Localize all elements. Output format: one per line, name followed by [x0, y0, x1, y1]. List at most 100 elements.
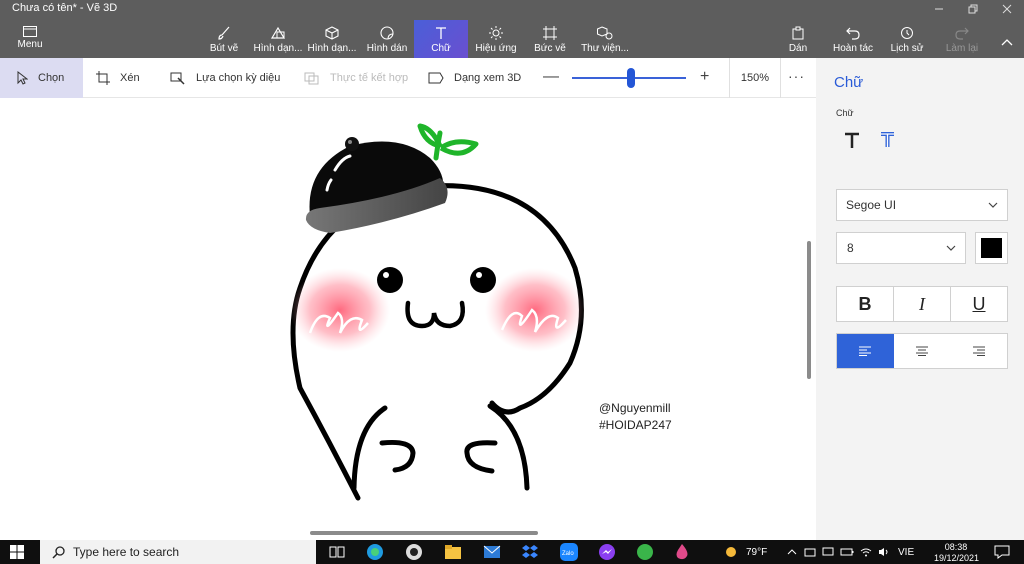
character-drawing	[290, 123, 585, 501]
tool-brushes[interactable]: Bút vẽ	[197, 20, 251, 58]
signature-tag: #HOIDAP247	[599, 418, 672, 432]
taskbar-search[interactable]: Type here to search	[40, 540, 316, 564]
undo-button[interactable]: Hoàn tác	[826, 20, 880, 58]
3d-text-button[interactable]	[876, 128, 900, 152]
align-center-button[interactable]	[894, 334, 951, 368]
zoom-in-button[interactable]: +	[700, 68, 709, 86]
select-tool[interactable]: Chọn	[0, 58, 83, 98]
3d-view-tool[interactable]: Dạng xem 3D	[428, 58, 521, 98]
close-button[interactable]	[990, 0, 1024, 18]
align-left-button[interactable]	[837, 334, 894, 368]
paint3d-icon[interactable]	[673, 543, 691, 561]
panel-title: Chữ	[834, 74, 864, 91]
crop-icon	[96, 71, 110, 85]
paste-button[interactable]: Dán	[771, 20, 825, 58]
clipboard-icon	[792, 26, 804, 40]
task-view-icon[interactable]	[328, 543, 346, 561]
clock[interactable]: 08:38 19/12/2021	[934, 542, 979, 564]
tool-3d-library[interactable]: Thư viện...	[578, 20, 632, 58]
zalo-icon[interactable]: Zalo	[560, 543, 578, 561]
chevron-down-icon	[946, 245, 956, 251]
menu-button[interactable]: Menu	[10, 26, 50, 50]
start-button[interactable]	[10, 545, 24, 564]
history-icon	[901, 27, 913, 39]
sticker-icon	[380, 26, 394, 40]
2d-text-icon	[845, 132, 859, 148]
crop-tool[interactable]: Xén	[96, 58, 140, 98]
app-green-icon[interactable]	[636, 543, 654, 561]
volume-icon	[879, 548, 888, 556]
magic-select-tool[interactable]: Lựa chọn kỳ diệu	[170, 58, 280, 98]
weather-widget[interactable]: 79°F	[724, 540, 767, 564]
cursor-icon	[17, 71, 28, 85]
edge-icon[interactable]	[366, 543, 384, 561]
close-icon	[1002, 4, 1012, 14]
camera-icon	[804, 548, 816, 557]
screen-icon	[822, 547, 834, 556]
canvas[interactable]: @Nguyenmill #HOIDAP247	[0, 98, 816, 540]
taskbar: Type here to search Zalo 79°F VIE 08:38 …	[0, 540, 1024, 564]
messenger-icon[interactable]	[598, 543, 616, 561]
system-tray-icons[interactable]: VIE	[786, 540, 914, 564]
horizontal-scrollbar[interactable]	[310, 531, 538, 535]
italic-button[interactable]: I	[894, 287, 951, 321]
brush-icon	[218, 26, 230, 40]
format-buttons: B I U	[836, 286, 1008, 322]
restore-button[interactable]	[956, 0, 990, 18]
tool-effects[interactable]: Hiệu ứng	[469, 20, 523, 58]
library-icon	[597, 26, 613, 40]
align-right-button[interactable]	[950, 334, 1007, 368]
sun-icon	[726, 547, 736, 557]
mail-icon[interactable]	[483, 543, 501, 561]
sun-icon	[489, 26, 503, 40]
mixed-reality-tool[interactable]: Thực tế kết hợp	[304, 58, 408, 98]
windows-icon	[10, 545, 24, 559]
minimize-icon	[935, 8, 943, 10]
underline-button[interactable]: U	[951, 287, 1007, 321]
tool-stickers[interactable]: Hình dán	[360, 20, 414, 58]
wifi-icon	[860, 548, 872, 557]
dropbox-icon[interactable]	[521, 543, 539, 561]
mixed-reality-icon	[304, 72, 319, 85]
restore-icon	[968, 4, 978, 14]
cube-icon	[325, 26, 339, 40]
color-swatch	[981, 238, 1002, 258]
window-title: Chưa có tên* - Vẽ 3D	[12, 2, 118, 14]
vertical-scrollbar[interactable]	[807, 241, 811, 379]
zoom-slider-thumb[interactable]	[627, 68, 636, 88]
signature-name: @Nguyenmill	[599, 401, 671, 415]
redo-icon	[955, 27, 969, 40]
zoom-out-button[interactable]: —	[543, 68, 559, 86]
tool-text[interactable]: Chữ	[414, 20, 468, 58]
bold-button[interactable]: B	[837, 287, 894, 321]
notifications-button[interactable]	[994, 544, 1010, 564]
font-family-select[interactable]: Segoe UI	[836, 189, 1008, 221]
redo-button[interactable]: Làm lại	[935, 20, 989, 58]
tool-canvas[interactable]: Bức vẽ	[523, 20, 577, 58]
ribbon: Chưa có tên* - Vẽ 3D Menu Bút vẽ Hình dạ…	[0, 0, 1024, 58]
language-indicator[interactable]: VIE	[898, 547, 914, 558]
tool-2d-shapes[interactable]: Hình dạn...	[251, 20, 305, 58]
font-size-select[interactable]: 8	[836, 232, 966, 264]
2d-text-button[interactable]	[840, 128, 864, 152]
chevron-down-icon	[988, 202, 998, 208]
search-icon	[52, 545, 65, 559]
zoom-value[interactable]: 150%	[729, 58, 781, 98]
collapse-ribbon-button[interactable]	[1000, 34, 1016, 48]
folder-icon	[23, 26, 37, 37]
3d-text-icon	[881, 132, 894, 147]
menu-label: Menu	[17, 39, 43, 50]
toolbar: Chọn Xén Lựa chọn kỳ diệu Thực tế kết hợ…	[0, 58, 816, 98]
chevron-up-icon	[1001, 39, 1013, 46]
history-button[interactable]: Lịch sử	[880, 20, 934, 58]
minimize-button[interactable]	[922, 0, 956, 18]
notification-icon	[994, 545, 1010, 559]
text-color-button[interactable]	[975, 232, 1008, 264]
more-options-button[interactable]: ···	[788, 68, 805, 84]
tool-3d-shapes[interactable]: Hình dạn...	[305, 20, 359, 58]
magic-select-icon	[170, 72, 185, 85]
text-panel: Chữ Chữ Segoe UI 8 B I U	[816, 58, 1024, 540]
canvas-icon	[543, 26, 557, 40]
file-explorer-icon[interactable]	[444, 543, 462, 561]
app-icon[interactable]	[405, 543, 423, 561]
